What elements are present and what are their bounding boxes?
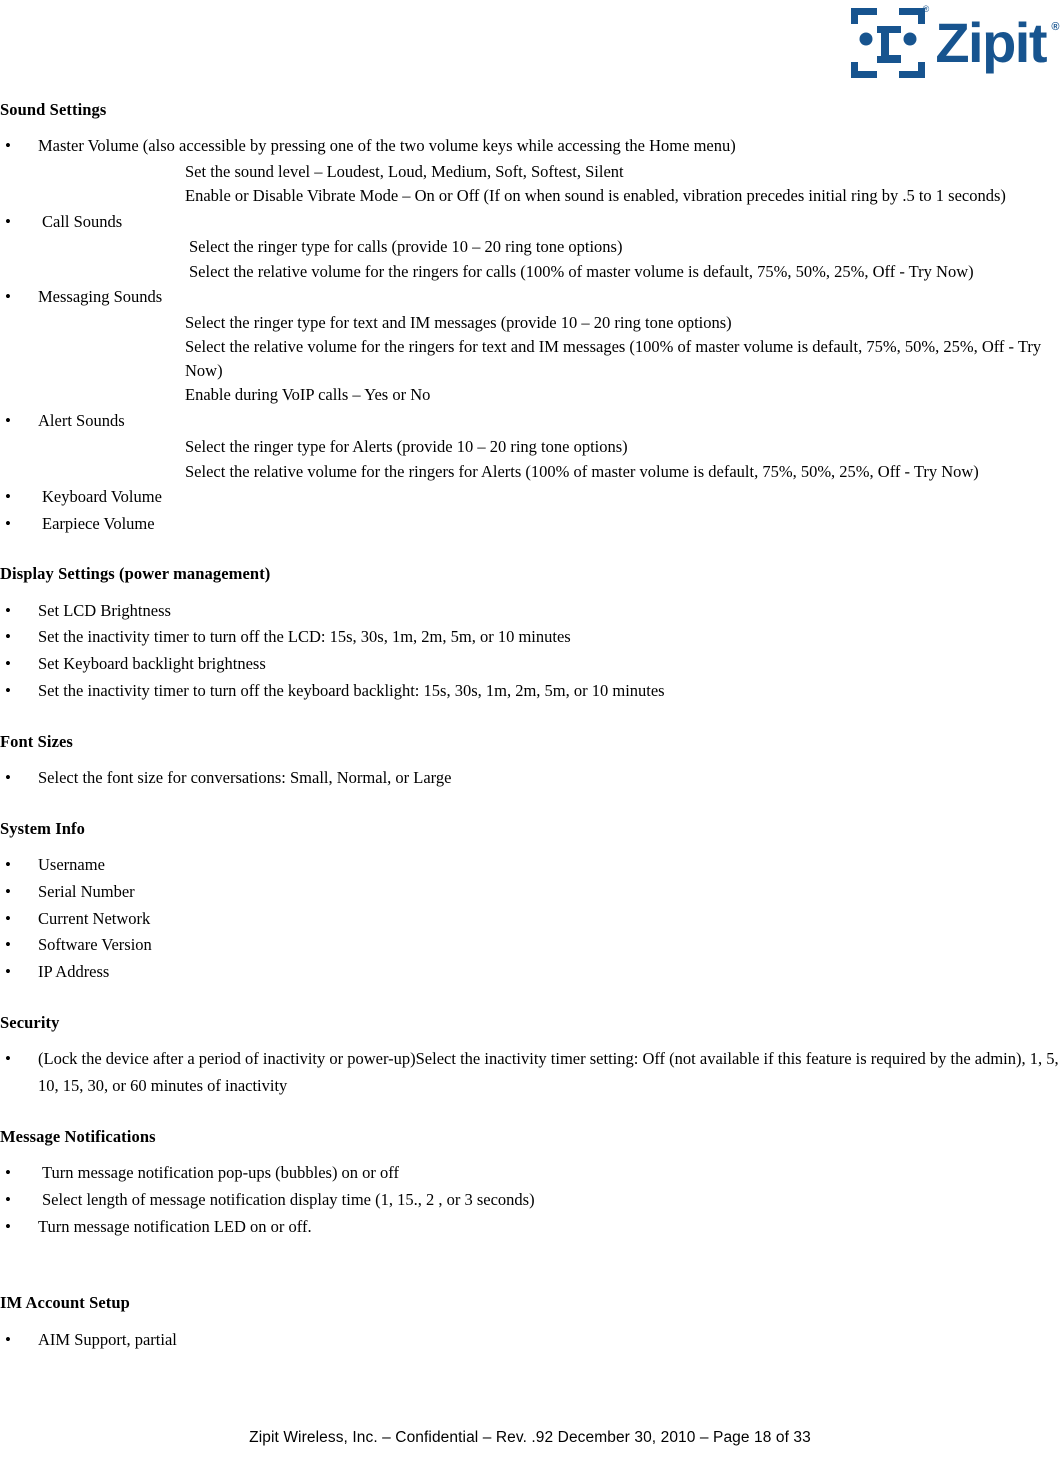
list-item-label: Alert Sounds: [38, 410, 125, 430]
section-message-notifications: Message Notifications Turn message notif…: [0, 1127, 1060, 1241]
list-item-label: Turn message notification LED on or off.: [38, 1216, 312, 1236]
sub-list-item: Select the relative volume for the ringe…: [189, 261, 974, 281]
list-item: Earpiece Volume: [0, 510, 1060, 538]
zipit-logo: ® Zipit ®: [849, 4, 1059, 80]
sub-list: Set the sound level – Loudest, Loud, Med…: [38, 160, 1060, 209]
section-heading: IM Account Setup: [0, 1293, 130, 1313]
list-item: Messaging Sounds Select the ringer type …: [0, 283, 1060, 408]
section-heading: Font Sizes: [0, 731, 73, 751]
section-heading: System Info: [0, 818, 85, 838]
list-item: Current Network: [0, 905, 1060, 933]
sub-list: Select the ringer type for calls (provid…: [42, 235, 1060, 284]
list-item: Select the font size for conversations: …: [0, 764, 1060, 792]
bullet-list: AIM Support, partial: [0, 1326, 1060, 1354]
list-item: Keyboard Volume: [0, 483, 1060, 511]
list-item: Set the inactivity timer to turn off the…: [0, 677, 1060, 705]
document-body: Sound Settings Master Volume (also acces…: [0, 100, 1060, 1354]
list-item-label: Software Version: [38, 935, 152, 955]
bullet-list: Turn message notification pop-ups (bubbl…: [0, 1159, 1060, 1241]
sub-list-item: Set the sound level – Loudest, Loud, Med…: [185, 162, 624, 182]
list-item-label: Select length of message notification di…: [42, 1189, 535, 1209]
list-item: Alert Sounds Select the ringer type for …: [0, 407, 1060, 484]
list-item: Serial Number: [0, 878, 1060, 906]
bullet-list: Set LCD Brightness Set the inactivity ti…: [0, 597, 1060, 705]
list-item-label: Username: [38, 855, 105, 875]
zipit-wordmark-text: Zipit: [935, 11, 1047, 75]
list-item: Software Version: [0, 931, 1060, 959]
section-font-sizes: Font Sizes Select the font size for conv…: [0, 732, 1060, 792]
list-item-label: Call Sounds: [42, 211, 123, 231]
list-item: Set Keyboard backlight brightness: [0, 650, 1060, 678]
page-header: ® Zipit ®: [0, 0, 1060, 100]
list-item: Select length of message notification di…: [0, 1186, 1060, 1214]
list-item-label: Turn message notification pop-ups (bubbl…: [42, 1163, 399, 1183]
sub-list-item: Select the ringer type for Alerts (provi…: [185, 437, 628, 457]
list-item: Turn message notification LED on or off.: [0, 1213, 1060, 1241]
list-item-label: Earpiece Volume: [42, 513, 155, 533]
section-security: Security (Lock the device after a period…: [0, 1013, 1060, 1100]
section-heading: Sound Settings: [0, 100, 107, 119]
list-item-label: Master Volume (also accessible by pressi…: [38, 136, 736, 156]
list-item: AIM Support, partial: [0, 1326, 1060, 1354]
zipit-wordmark: Zipit ®: [935, 15, 1059, 71]
bullet-list: Master Volume (also accessible by pressi…: [0, 132, 1060, 538]
list-item: Master Volume (also accessible by pressi…: [0, 132, 1060, 209]
section-system-info: System Info Username Serial Number Curre…: [0, 819, 1060, 986]
list-item-label: Set LCD Brightness: [38, 600, 171, 620]
section-heading: Security: [0, 1012, 60, 1032]
sub-list-item: Select the relative volume for the ringe…: [185, 336, 1042, 381]
list-item: (Lock the device after a period of inact…: [0, 1045, 1060, 1099]
list-item: Set the inactivity timer to turn off the…: [0, 623, 1060, 651]
bullet-list: Username Serial Number Current Network S…: [0, 851, 1060, 986]
bullet-list: Select the font size for conversations: …: [0, 764, 1060, 792]
list-item-label: Set the inactivity timer to turn off the…: [38, 627, 571, 647]
section-heading: Display Settings (power management): [0, 564, 271, 584]
list-item: Call Sounds Select the ringer type for c…: [0, 208, 1060, 284]
bullet-list: (Lock the device after a period of inact…: [0, 1045, 1060, 1099]
sub-list-item: Enable during VoIP calls – Yes or No: [185, 385, 431, 405]
list-item-label: Serial Number: [38, 882, 135, 901]
sub-list: Select the ringer type for text and IM m…: [38, 311, 1060, 408]
sub-list-item: Enable or Disable Vibrate Mode – On or O…: [185, 186, 1006, 206]
section-display-settings: Display Settings (power management) Set …: [0, 564, 1060, 704]
section-sound-settings: Sound Settings Master Volume (also acces…: [0, 100, 1060, 537]
registered-trademark-icon: ®: [922, 4, 930, 14]
list-item-label: Messaging Sounds: [38, 286, 163, 306]
registered-trademark-icon-2: ®: [1051, 21, 1059, 34]
list-item-label: Select the font size for conversations: …: [38, 768, 452, 788]
sub-list-item: Select the relative volume for the ringe…: [185, 461, 979, 481]
list-item-label: (Lock the device after a period of inact…: [38, 1049, 1059, 1096]
list-item-label: Current Network: [38, 908, 151, 928]
page-footer: Zipit Wireless, Inc. – Confidential – Re…: [249, 1429, 811, 1446]
list-item-label: Set Keyboard backlight brightness: [38, 654, 266, 674]
section-heading: Message Notifications: [0, 1126, 156, 1146]
sub-list: Select the ringer type for Alerts (provi…: [38, 434, 1060, 484]
sub-list-item: Select the ringer type for calls (provid…: [189, 237, 623, 257]
list-item-label: Keyboard Volume: [42, 486, 162, 506]
list-item: IP Address: [0, 958, 1060, 986]
list-item: Username: [0, 851, 1060, 879]
list-item-label: Set the inactivity timer to turn off the…: [38, 680, 665, 700]
section-im-account-setup: IM Account Setup AIM Support, partial: [0, 1293, 1060, 1353]
list-item: Turn message notification pop-ups (bubbl…: [0, 1159, 1060, 1187]
sub-list-item: Select the ringer type for text and IM m…: [185, 312, 732, 332]
list-item-label: AIM Support, partial: [38, 1329, 177, 1349]
list-item-label: IP Address: [38, 962, 110, 982]
list-item: Set LCD Brightness: [0, 597, 1060, 625]
zipit-z-face-logo-icon: ®: [849, 4, 930, 80]
